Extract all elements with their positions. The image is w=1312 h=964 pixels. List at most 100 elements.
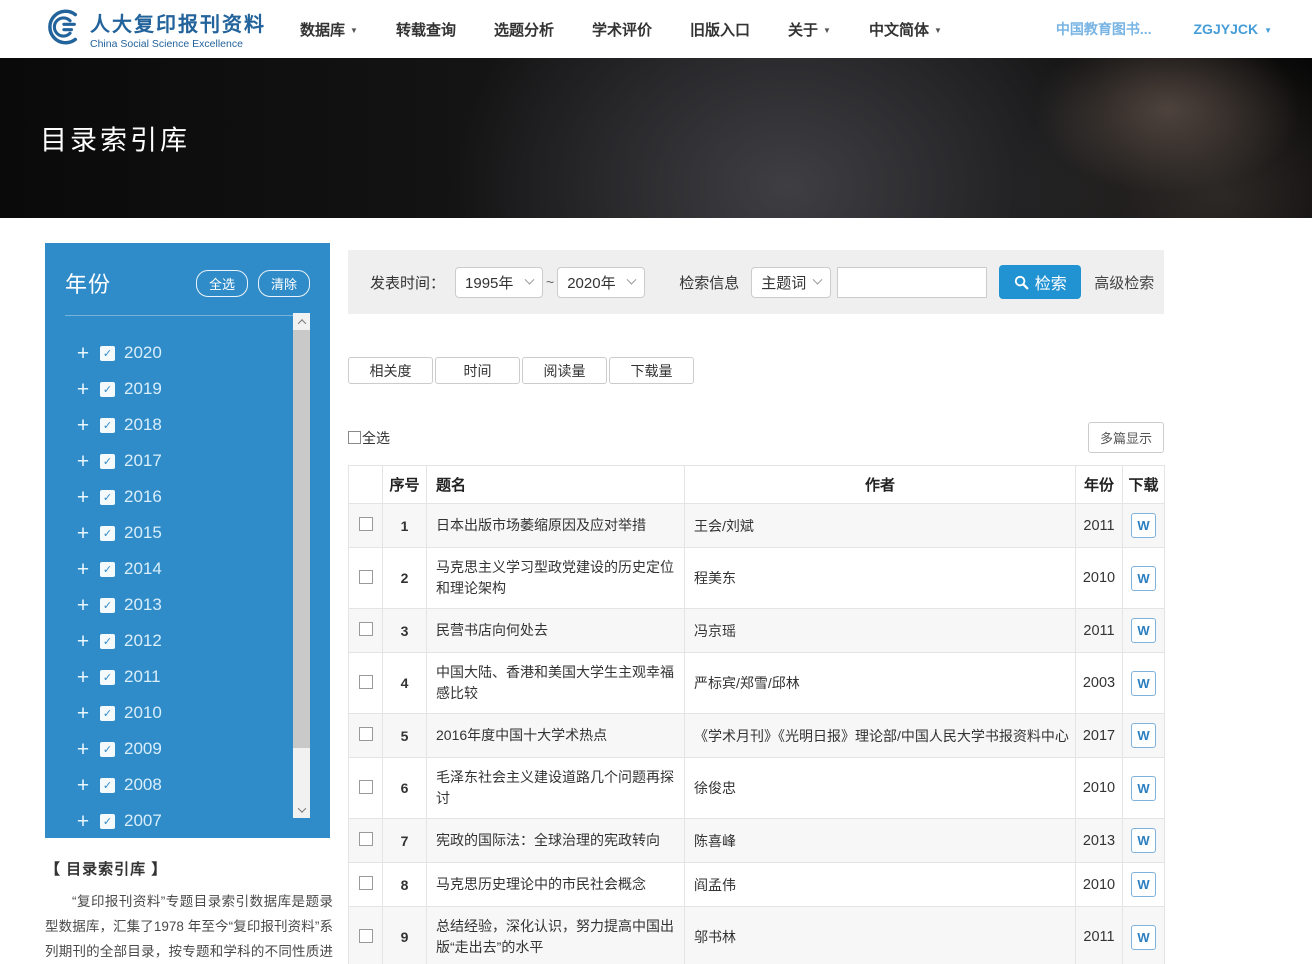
- year-tree-item[interactable]: + ✓ 2009: [75, 731, 330, 767]
- expand-plus-icon[interactable]: +: [75, 667, 91, 688]
- row-checkbox[interactable]: [359, 517, 373, 531]
- account-menu[interactable]: ZGJYJCK ▼: [1194, 21, 1273, 37]
- sort-button[interactable]: 阅读量: [522, 357, 607, 384]
- year-tree-item[interactable]: + ✓ 2008: [75, 767, 330, 803]
- sort-button[interactable]: 时间: [435, 357, 520, 384]
- scroll-up-icon[interactable]: [293, 313, 310, 330]
- year-checkbox[interactable]: ✓: [100, 454, 115, 469]
- row-checkbox[interactable]: [359, 876, 373, 890]
- year-tree-scrollbar[interactable]: [293, 313, 310, 818]
- word-download-button[interactable]: W: [1131, 872, 1156, 897]
- expand-plus-icon[interactable]: +: [75, 775, 91, 796]
- word-download-button[interactable]: W: [1131, 566, 1156, 591]
- year-checkbox[interactable]: ✓: [100, 562, 115, 577]
- library-link[interactable]: 中国教育图书...: [1056, 19, 1152, 39]
- article-title[interactable]: 日本出版市场萎缩原因及应对举措: [427, 504, 685, 548]
- article-title[interactable]: 马克思历史理论中的市民社会概念: [427, 863, 685, 907]
- word-download-button[interactable]: W: [1131, 828, 1156, 853]
- search-field-select[interactable]: 主题词: [751, 267, 831, 298]
- word-download-button[interactable]: W: [1131, 513, 1156, 538]
- article-title[interactable]: 毛泽东社会主义建设道路几个问题再探讨: [427, 758, 685, 819]
- year-from-select[interactable]: 1995年: [455, 267, 543, 298]
- year-tree-item[interactable]: + ✓ 2013: [75, 587, 330, 623]
- nav-item[interactable]: 学术评价: [592, 19, 652, 40]
- row-checkbox[interactable]: [359, 780, 373, 794]
- expand-plus-icon[interactable]: +: [75, 523, 91, 544]
- row-checkbox[interactable]: [359, 622, 373, 636]
- nav-item[interactable]: 转载查询: [396, 19, 456, 40]
- nav-item[interactable]: 数据库 ▼: [300, 19, 358, 40]
- row-checkbox[interactable]: [359, 832, 373, 846]
- year-checkbox[interactable]: ✓: [100, 634, 115, 649]
- year-to-select[interactable]: 2020年: [557, 267, 645, 298]
- expand-plus-icon[interactable]: +: [75, 703, 91, 724]
- site-logo[interactable]: 人大复印报刊资料 China Social Science Excellence: [40, 7, 266, 52]
- row-checkbox[interactable]: [359, 929, 373, 943]
- word-download-button[interactable]: W: [1131, 776, 1156, 801]
- sort-button[interactable]: 下载量: [609, 357, 694, 384]
- expand-plus-icon[interactable]: +: [75, 487, 91, 508]
- multi-display-button[interactable]: 多篇显示: [1088, 422, 1164, 453]
- clear-years-button[interactable]: 清除: [258, 270, 310, 297]
- expand-plus-icon[interactable]: +: [75, 739, 91, 760]
- word-download-button[interactable]: W: [1131, 925, 1156, 950]
- word-download-button[interactable]: W: [1131, 618, 1156, 643]
- year-tree-item[interactable]: + ✓ 2011: [75, 659, 330, 695]
- year-tree-item[interactable]: + ✓ 2019: [75, 371, 330, 407]
- article-title[interactable]: 中国大陆、香港和美国大学生主观幸福感比较: [427, 653, 685, 714]
- expand-plus-icon[interactable]: +: [75, 343, 91, 364]
- year-checkbox[interactable]: ✓: [100, 814, 115, 829]
- nav-item[interactable]: 选题分析: [494, 19, 554, 40]
- word-download-button[interactable]: W: [1131, 671, 1156, 696]
- year-tree-item[interactable]: + ✓ 2010: [75, 695, 330, 731]
- article-title[interactable]: 马克思主义学习型政党建设的历史定位和理论架构: [427, 548, 685, 609]
- article-title[interactable]: 宪政的国际法：全球治理的宪政转向: [427, 819, 685, 863]
- year-checkbox[interactable]: ✓: [100, 598, 115, 613]
- year-checkbox[interactable]: ✓: [100, 706, 115, 721]
- search-button[interactable]: 检索: [999, 265, 1081, 299]
- row-checkbox[interactable]: [359, 570, 373, 584]
- year-tree-item[interactable]: + ✓ 2015: [75, 515, 330, 551]
- select-all-years-button[interactable]: 全选: [196, 270, 248, 297]
- list-controls: 全选 多篇显示: [348, 422, 1164, 453]
- year-checkbox[interactable]: ✓: [100, 526, 115, 541]
- year-checkbox[interactable]: ✓: [100, 346, 115, 361]
- year-tree-item[interactable]: + ✓ 2018: [75, 407, 330, 443]
- row-checkbox[interactable]: [359, 727, 373, 741]
- expand-plus-icon[interactable]: +: [75, 595, 91, 616]
- advanced-search-link[interactable]: 高级检索: [1094, 272, 1154, 293]
- year-tree-item[interactable]: + ✓ 2016: [75, 479, 330, 515]
- select-all-checkbox[interactable]: [348, 431, 361, 444]
- table-row: 8 马克思历史理论中的市民社会概念 阎孟伟 2010 W: [349, 863, 1165, 907]
- nav-item[interactable]: 旧版入口: [690, 19, 750, 40]
- year-tree-item[interactable]: + ✓ 2020: [75, 335, 330, 371]
- expand-plus-icon[interactable]: +: [75, 811, 91, 832]
- year-checkbox[interactable]: ✓: [100, 382, 115, 397]
- year-tree-item[interactable]: + ✓ 2017: [75, 443, 330, 479]
- year-checkbox[interactable]: ✓: [100, 670, 115, 685]
- year-tree-item[interactable]: + ✓ 2012: [75, 623, 330, 659]
- expand-plus-icon[interactable]: +: [75, 451, 91, 472]
- expand-plus-icon[interactable]: +: [75, 631, 91, 652]
- sort-button[interactable]: 相关度: [348, 357, 433, 384]
- article-title[interactable]: 总结经验，深化认识，努力提高中国出版“走出去”的水平: [427, 907, 685, 964]
- expand-plus-icon[interactable]: +: [75, 415, 91, 436]
- row-checkbox[interactable]: [359, 675, 373, 689]
- scrollbar-thumb[interactable]: [293, 330, 310, 748]
- year-checkbox[interactable]: ✓: [100, 490, 115, 505]
- year-tree-item[interactable]: + ✓ 2007: [75, 803, 330, 839]
- scroll-down-icon[interactable]: [293, 801, 310, 818]
- expand-plus-icon[interactable]: +: [75, 559, 91, 580]
- article-title[interactable]: 2016年度中国十大学术热点: [427, 714, 685, 758]
- year-tree-item[interactable]: + ✓ 2014: [75, 551, 330, 587]
- word-download-button[interactable]: W: [1131, 723, 1156, 748]
- nav-item[interactable]: 中文简体 ▼: [869, 19, 942, 40]
- year-checkbox[interactable]: ✓: [100, 742, 115, 757]
- article-title[interactable]: 民营书店向何处去: [427, 609, 685, 653]
- expand-plus-icon[interactable]: +: [75, 379, 91, 400]
- year-checkbox[interactable]: ✓: [100, 778, 115, 793]
- keyword-input[interactable]: [837, 267, 987, 298]
- nav-item[interactable]: 关于 ▼: [788, 19, 831, 40]
- select-all-results[interactable]: 全选: [348, 428, 390, 448]
- year-checkbox[interactable]: ✓: [100, 418, 115, 433]
